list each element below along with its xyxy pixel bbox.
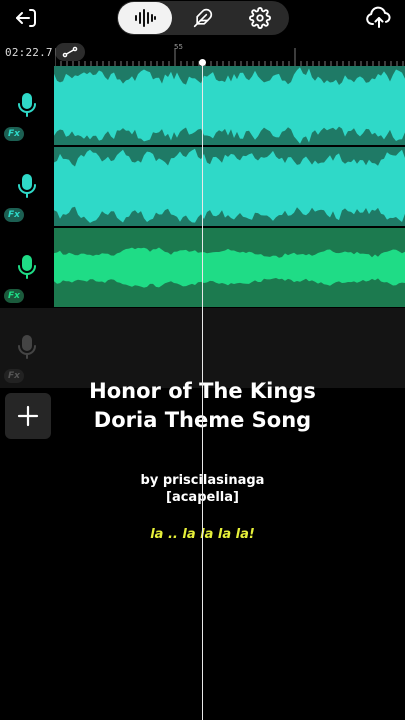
top-toolbar [0, 0, 405, 36]
mode-settings-button[interactable] [233, 3, 287, 33]
track-header-2[interactable]: Fx [0, 147, 53, 227]
waveform-clip[interactable] [54, 66, 405, 145]
mic-icon[interactable] [17, 173, 37, 199]
track-lane-1[interactable] [54, 66, 405, 145]
bar-marker-label: 55 [174, 43, 183, 51]
playhead-handle[interactable] [199, 59, 206, 66]
feather-icon [193, 8, 213, 28]
ruler-ticks [55, 48, 404, 66]
mode-switcher [117, 1, 289, 35]
mic-icon[interactable] [17, 92, 37, 118]
back-button[interactable] [10, 4, 42, 32]
fx-button[interactable]: Fx [4, 208, 24, 222]
upload-button[interactable] [363, 4, 395, 32]
waveform-clip[interactable] [54, 147, 405, 226]
mode-lyrics-button[interactable] [176, 3, 230, 33]
mic-icon[interactable] [17, 254, 37, 280]
gear-icon [249, 7, 271, 29]
mic-icon[interactable] [17, 334, 37, 360]
track-header-3[interactable]: Fx [0, 228, 53, 308]
time-display: 02:22.7 [5, 46, 53, 59]
track-lane-2[interactable] [54, 147, 405, 226]
back-arrow-icon [16, 9, 36, 27]
mode-waveform-button[interactable] [118, 2, 172, 34]
cloud-upload-icon [366, 6, 391, 28]
track-lane-3[interactable] [54, 228, 405, 307]
track-header-1[interactable]: Fx [0, 66, 53, 146]
waveform-icon [135, 9, 156, 27]
fx-button[interactable]: Fx [4, 127, 24, 141]
fx-button[interactable]: Fx [4, 289, 24, 303]
waveform-clip[interactable] [54, 228, 405, 307]
playhead-line[interactable] [202, 62, 203, 720]
